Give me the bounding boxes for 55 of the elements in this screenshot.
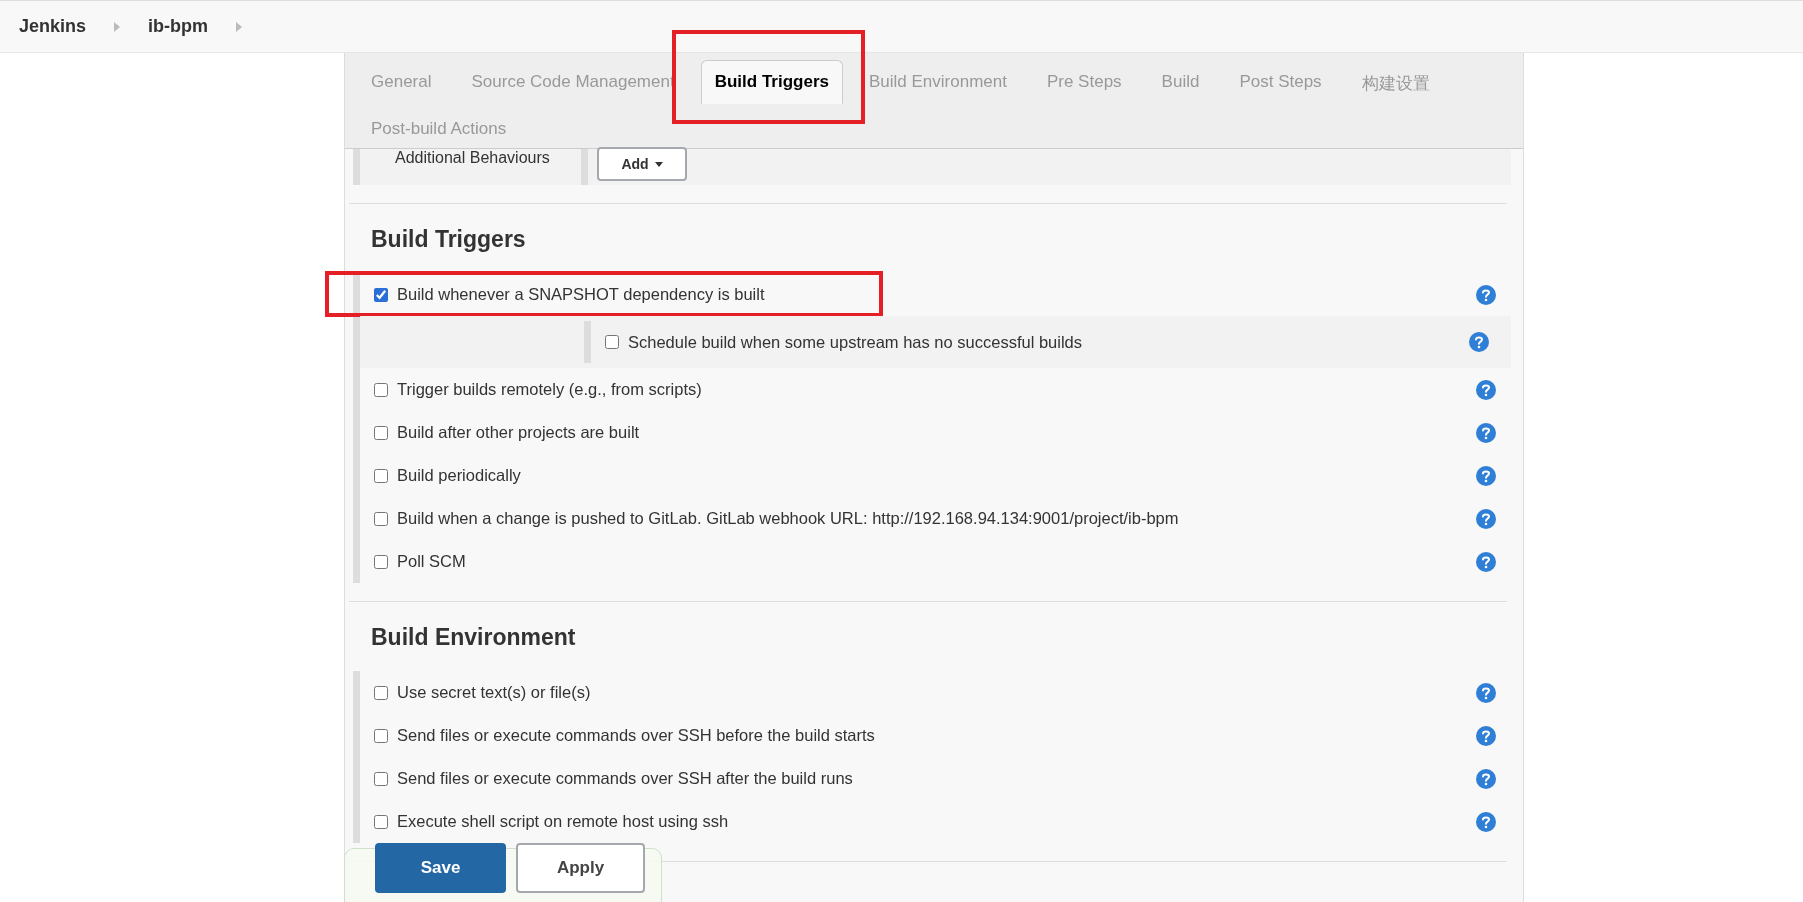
option-label: Schedule build when some upstream has no successful builds	[628, 332, 1082, 352]
option-label: Build when a change is pushed to GitLab. GitLab webhook URL: http://192.168.94.134:9001/project/ib-bpm	[397, 509, 1179, 528]
option-label: Build whenever a SNAPSHOT dependency is built	[397, 285, 765, 304]
checkbox[interactable]	[374, 425, 388, 440]
tab[interactable]: General	[357, 60, 446, 104]
tab[interactable]: Source Code Management	[457, 60, 689, 104]
option-label: Execute shell script on remote host using ssh	[397, 812, 729, 831]
section-heading: Build Triggers	[371, 226, 527, 253]
tab[interactable]: Post-build Actions	[357, 107, 521, 151]
option-label: Poll SCM	[397, 552, 466, 571]
checkbox[interactable]	[605, 335, 619, 349]
option-label: Send files or execute commands over SSH after the build runs	[397, 769, 853, 788]
add-button[interactable]: Add	[597, 147, 687, 181]
help-icon	[1476, 284, 1496, 305]
checkbox[interactable]	[374, 382, 388, 397]
tab[interactable]: Build Environment	[854, 60, 1021, 104]
help-icon	[1476, 551, 1496, 572]
tab[interactable]: Pre Steps	[1032, 60, 1136, 104]
caret-icon	[654, 161, 663, 167]
option-label: Trigger builds remotely (e.g., from scripts)	[397, 380, 702, 399]
indent-bar	[581, 149, 588, 185]
option-label: Use secret text(s) or file(s)	[397, 683, 591, 702]
chevron-icon	[236, 21, 243, 32]
section-heading: Build Environment	[371, 624, 577, 651]
tab[interactable]: Build Triggers	[700, 60, 843, 104]
chevron-icon	[114, 21, 121, 32]
checkbox[interactable]	[374, 511, 388, 526]
checkbox[interactable]	[374, 287, 388, 302]
apply-button[interactable]: Apply	[516, 843, 645, 893]
save-button[interactable]: Save	[375, 843, 506, 893]
breadcrumb-link[interactable]: ib-bpm	[148, 16, 209, 37]
checkbox[interactable]	[374, 814, 388, 829]
help-icon	[1476, 811, 1496, 832]
option-label: Send files or execute commands over SSH before the build starts	[397, 726, 875, 745]
option-label: Build after other projects are built	[397, 423, 640, 442]
help-icon	[1476, 682, 1496, 703]
field-label: Additional Behaviours	[394, 149, 551, 167]
checkbox[interactable]	[374, 771, 388, 786]
help-icon	[1469, 332, 1489, 352]
help-icon	[1476, 465, 1496, 486]
tab[interactable]: 构建设置	[1347, 60, 1444, 107]
checkbox[interactable]	[374, 685, 388, 700]
checkbox[interactable]	[374, 468, 388, 483]
checkbox[interactable]	[374, 728, 388, 743]
help-icon	[1476, 508, 1496, 529]
help-icon	[1476, 422, 1496, 443]
tab[interactable]: Post Steps	[1225, 60, 1336, 104]
help-icon	[1476, 379, 1496, 400]
tab[interactable]: Build	[1147, 60, 1214, 104]
checkbox[interactable]	[374, 554, 388, 569]
help-icon	[1476, 725, 1496, 746]
breadcrumb-link[interactable]: Jenkins	[19, 16, 87, 37]
option-label: Build periodically	[397, 466, 521, 485]
help-icon	[1476, 768, 1496, 789]
indent-bar	[353, 149, 360, 185]
